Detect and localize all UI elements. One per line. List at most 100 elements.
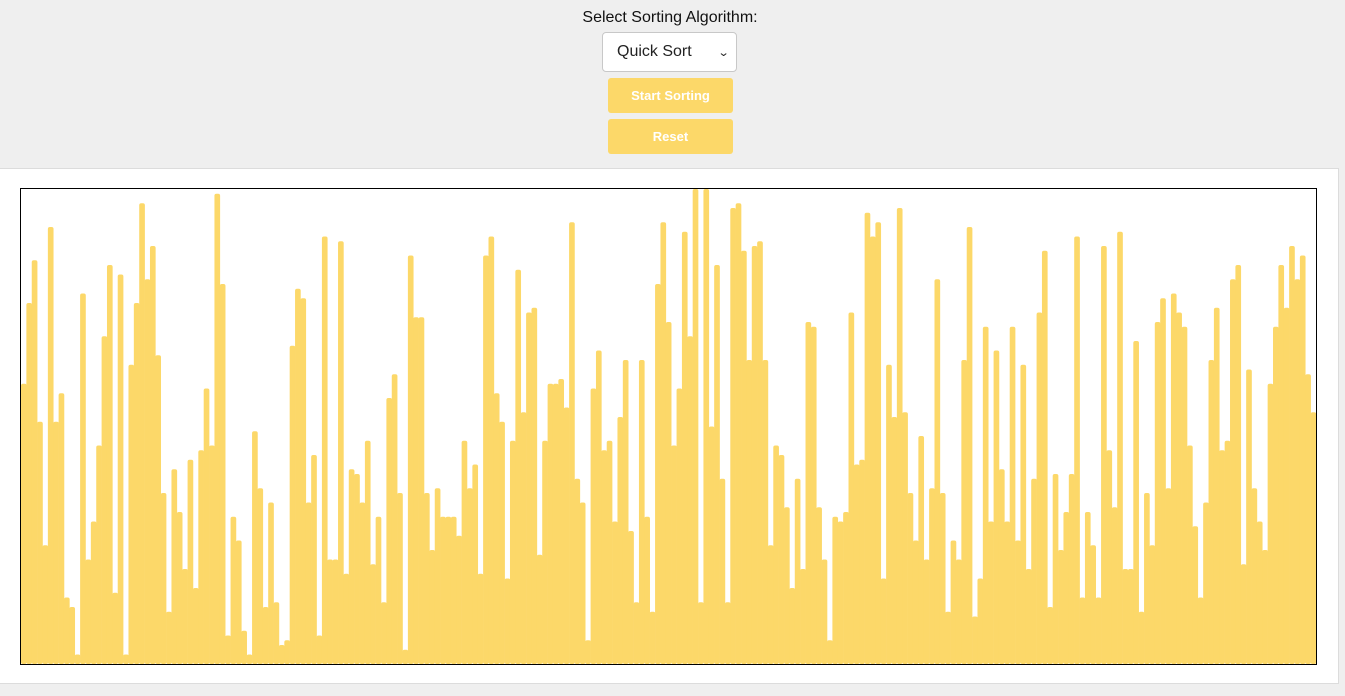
array-bar xyxy=(37,421,43,664)
array-bar xyxy=(327,559,333,664)
array-bar xyxy=(1122,569,1129,664)
array-bar xyxy=(644,516,650,664)
array-bar xyxy=(300,298,307,664)
array-bar xyxy=(891,417,898,664)
array-bar xyxy=(26,303,33,664)
array-bar xyxy=(1025,569,1032,664)
array-bar xyxy=(128,364,135,664)
array-bar xyxy=(698,602,704,664)
array-bar xyxy=(144,279,151,664)
array-bar xyxy=(579,502,586,664)
array-bar xyxy=(794,478,801,664)
array-bar xyxy=(950,540,957,664)
array-bar xyxy=(354,474,360,664)
array-bar xyxy=(305,502,312,664)
array-bar xyxy=(467,488,473,664)
array-bar xyxy=(509,440,516,664)
array-bar xyxy=(1240,564,1247,664)
array-bar xyxy=(192,588,199,664)
array-bar xyxy=(209,445,215,664)
array-bar xyxy=(450,516,457,664)
array-bar xyxy=(1117,231,1123,664)
array-bar xyxy=(375,516,382,664)
array-bar xyxy=(21,383,27,664)
array-bar xyxy=(805,322,812,664)
array-bar xyxy=(558,379,565,664)
array-bar xyxy=(386,398,393,664)
algorithm-select[interactable]: Quick Sort ⌄ xyxy=(602,32,737,72)
array-bar xyxy=(1090,545,1096,664)
array-bar xyxy=(106,265,113,664)
array-bar xyxy=(880,578,887,664)
array-bar xyxy=(1197,597,1204,664)
start-sorting-button[interactable]: Start Sorting xyxy=(608,78,733,113)
array-bar xyxy=(252,431,258,664)
array-bar xyxy=(493,393,500,664)
array-bar xyxy=(703,189,710,664)
array-bar xyxy=(923,559,930,664)
array-bar xyxy=(719,478,726,664)
array-bar xyxy=(875,222,882,664)
array-bar xyxy=(633,602,640,664)
array-bar xyxy=(864,212,871,664)
array-bar xyxy=(982,326,989,664)
array-bar xyxy=(359,502,366,664)
array-bar xyxy=(268,502,274,664)
array-bar xyxy=(1063,512,1070,664)
array-bar xyxy=(649,611,656,664)
array-bar xyxy=(101,336,108,664)
array-bar xyxy=(53,421,59,664)
reset-button[interactable]: Reset xyxy=(608,119,733,154)
array-bar xyxy=(585,640,591,664)
array-bar xyxy=(1192,526,1199,664)
array-bar xyxy=(391,374,398,664)
array-bar xyxy=(1031,478,1037,664)
array-bar xyxy=(343,573,350,664)
array-bar xyxy=(714,265,720,664)
array-bar xyxy=(724,602,731,664)
array-bar xyxy=(483,255,489,664)
bar-chart-canvas xyxy=(20,188,1317,665)
array-bar xyxy=(977,578,984,664)
array-bar xyxy=(628,531,634,664)
array-bar xyxy=(1101,246,1107,664)
array-bar xyxy=(42,545,49,664)
array-bar xyxy=(848,312,855,664)
array-bar xyxy=(456,535,462,664)
array-bar xyxy=(1208,360,1215,664)
array-bar xyxy=(257,488,264,664)
array-bar xyxy=(660,222,667,664)
array-bar xyxy=(1235,265,1242,664)
array-bar xyxy=(536,554,543,664)
array-bar xyxy=(972,616,978,664)
array-bar xyxy=(1015,540,1021,664)
array-bar xyxy=(784,507,790,664)
array-bar xyxy=(311,455,317,664)
array-bar xyxy=(187,459,194,664)
array-bar xyxy=(461,440,468,664)
array-bar xyxy=(837,521,844,664)
controls-panel: Select Sorting Algorithm: Quick Sort ⌄ S… xyxy=(0,0,1345,168)
array-bar xyxy=(966,227,973,664)
array-bar xyxy=(762,360,769,664)
array-bar xyxy=(397,493,403,664)
array-bar xyxy=(1170,293,1177,664)
array-bar xyxy=(708,426,715,664)
array-bar xyxy=(381,602,387,664)
array-bar xyxy=(1068,474,1075,664)
array-bar xyxy=(692,189,699,664)
array-bar xyxy=(1149,545,1156,664)
array-bar xyxy=(1004,521,1011,664)
array-bar xyxy=(149,246,156,664)
array-bar xyxy=(370,564,376,664)
array-bar xyxy=(63,597,70,664)
array-bar xyxy=(1154,322,1161,664)
array-bar xyxy=(945,611,951,664)
array-bar xyxy=(1278,265,1285,664)
array-bar xyxy=(687,336,693,664)
array-bar xyxy=(418,317,425,664)
array-bar xyxy=(69,607,76,664)
array-bar xyxy=(47,227,54,664)
array-bar xyxy=(741,250,747,664)
array-bar xyxy=(853,464,860,664)
